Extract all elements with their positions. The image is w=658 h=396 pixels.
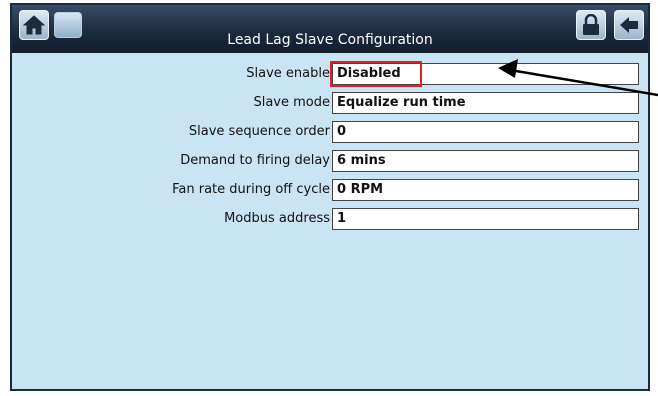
setting-value-field[interactable]: Disabled (332, 63, 639, 85)
setting-row-demand-to-firing-delay: Demand to firing delay 6 mins (12, 150, 648, 172)
setting-label: Modbus address (224, 211, 330, 226)
page-title: Lead Lag Slave Configuration (227, 32, 433, 48)
setting-value-field[interactable]: 0 RPM (332, 179, 639, 201)
hmi-screen: Lead Lag Slave Configuration Slave enabl… (10, 3, 650, 391)
lock-icon (583, 14, 599, 35)
back-arrow-icon (620, 17, 638, 33)
setting-row-slave-sequence-order: Slave sequence order 0 (12, 121, 648, 143)
setting-value-field[interactable]: 0 (332, 121, 639, 143)
setting-value-field[interactable]: 1 (332, 208, 639, 230)
setting-label: Slave sequence order (188, 124, 330, 139)
setting-label: Fan rate during off cycle (172, 182, 330, 197)
setting-row-modbus-address: Modbus address 1 (12, 208, 648, 230)
setting-row-slave-enable: Slave enable Disabled (12, 63, 648, 85)
setting-label: Slave mode (253, 95, 330, 110)
title-bar: Lead Lag Slave Configuration (12, 5, 648, 53)
setting-label: Slave enable (246, 66, 330, 81)
back-button[interactable] (614, 10, 644, 40)
setting-value-field[interactable]: 6 mins (332, 150, 639, 172)
setting-value-field[interactable]: Equalize run time (332, 92, 639, 114)
setting-row-fan-rate-off-cycle: Fan rate during off cycle 0 RPM (12, 179, 648, 201)
lock-button[interactable] (576, 10, 606, 40)
setting-label: Demand to firing delay (180, 153, 330, 168)
setting-row-slave-mode: Slave mode Equalize run time (12, 92, 648, 114)
